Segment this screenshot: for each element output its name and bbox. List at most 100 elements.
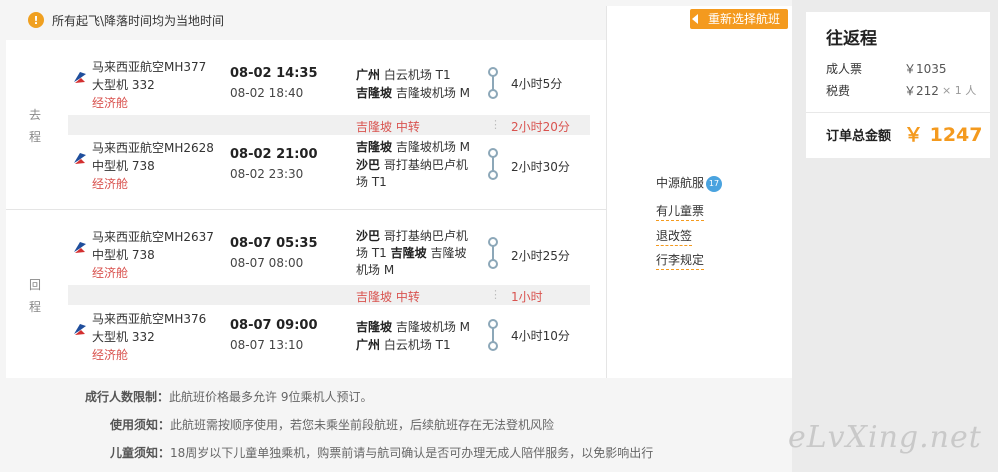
- transfer-duration: 1小时: [511, 290, 543, 304]
- arrival-time: 08-07 13:10: [230, 338, 304, 352]
- route-icon: [488, 67, 498, 99]
- flight-duration: 2小时25分: [511, 249, 570, 263]
- cabin-class: 经济舱: [92, 177, 129, 191]
- total-amount-label: 订单总金额: [826, 129, 892, 144]
- transfer-text: 中转: [395, 290, 420, 304]
- aircraft-type: 中型机 738: [92, 159, 155, 173]
- transfer-text: 中转: [395, 120, 420, 134]
- child-ticket-link[interactable]: 有儿童票: [656, 202, 705, 221]
- departure-city: 沙巴: [356, 229, 381, 243]
- arrival-airport: 吉隆坡 吉隆坡机场 M: [356, 85, 476, 102]
- cabin-class: 经济舱: [92, 96, 129, 110]
- outbound-label: 去 程: [28, 104, 42, 148]
- arrival-city: 广州: [356, 338, 381, 352]
- arrival-city: 吉隆坡: [356, 86, 393, 100]
- inbound-label: 回 程: [28, 274, 42, 318]
- arrival-airport-name: 白云机场 T1: [383, 338, 451, 352]
- passenger-count: × 1 人: [942, 84, 977, 97]
- departure-city: 广州: [356, 68, 381, 82]
- departure-time: 08-07 09:00: [230, 318, 318, 333]
- outbound-label-char-2: 程: [28, 130, 41, 144]
- arrival-time: 08-02 23:30: [230, 167, 304, 181]
- total-amount-value: ￥ 1247: [904, 124, 983, 146]
- departure-airport-name: 吉隆坡机场 M: [395, 140, 471, 154]
- adult-limit-text: 此航班价格最多允许 9位乘机人预订。: [169, 390, 373, 404]
- usage-text: 此航班需按顺序使用，若您未乘坐前段航班，后续航班存在无法登机风险: [170, 418, 555, 432]
- arrival-airport: 沙巴 哥打基纳巴卢机场 T1: [356, 157, 476, 191]
- info-icon: !: [28, 12, 44, 28]
- service-agent[interactable]: 中源航服 17: [656, 174, 723, 192]
- arrival-time: 08-02 18:40: [230, 86, 304, 100]
- departure-airport: 沙巴 哥打基纳巴卢机场 T1 吉隆坡 吉隆坡机场 M: [356, 228, 476, 279]
- notice-text: 所有起飞\降落时间均为当地时间: [52, 13, 225, 28]
- departure-airport: 吉隆坡 吉隆坡机场 M: [356, 139, 476, 156]
- reselect-flight-button[interactable]: 重新选择航班: [690, 9, 789, 29]
- departure-city: 吉隆坡: [356, 320, 393, 334]
- summary-divider: [806, 112, 990, 113]
- route-icon: [488, 237, 498, 269]
- arrival-airport-name-2: 场 T1: [356, 175, 387, 189]
- transfer-city-name: 吉隆坡: [356, 120, 393, 134]
- transfer-dots: ⋮: [490, 118, 501, 131]
- adult-ticket-label: 成人票: [826, 62, 863, 76]
- outbound-segment-2: 马来西亚航空MH2628 中型机 738 经济舱 08-02 21:00 08-…: [68, 139, 590, 201]
- airline-logo-icon: [72, 322, 88, 338]
- departure-airport: 广州 白云机场 T1: [356, 67, 476, 84]
- departure-time: 08-02 21:00: [230, 147, 318, 162]
- arrival-airport: 广州 白云机场 T1: [356, 337, 476, 354]
- refund-change-link[interactable]: 退改签: [656, 227, 693, 246]
- tax-label: 税费: [826, 84, 851, 98]
- booking-rules: 成行人数限制：此航班价格最多允许 9位乘机人预订。 使用须知：此航班需按顺序使用…: [6, 380, 792, 472]
- transfer-duration: 2小时20分: [511, 120, 570, 134]
- summary-title: 往返程: [826, 29, 877, 49]
- aircraft-type: 中型机 738: [92, 248, 155, 262]
- aircraft-type: 大型机 332: [92, 330, 155, 344]
- baggage-policy-link[interactable]: 行李规定: [656, 251, 705, 270]
- inbound-segment-1: 马来西亚航空MH2637 中型机 738 经济舱 08-07 05:35 08-…: [68, 228, 590, 290]
- airline-logo-icon: [72, 70, 88, 86]
- flight-name: 马来西亚航空MH376: [92, 312, 207, 326]
- adult-ticket-price: ￥1035: [904, 62, 947, 76]
- departure-airport-name-2: 场 T1: [356, 246, 387, 260]
- outbound-transfer: 吉隆坡 中转 ⋮ 2小时20分: [68, 115, 590, 135]
- arrival-airport-name: 吉隆坡机场 M: [395, 86, 471, 100]
- arrival-time: 08-07 08:00: [230, 256, 304, 270]
- departure-time: 08-07 05:35: [230, 236, 318, 251]
- flight-duration: 4小时5分: [511, 77, 563, 91]
- tax-price: ￥212: [904, 84, 939, 98]
- departure-time: 08-02 14:35: [230, 66, 318, 81]
- outbound-segment-1: 马来西亚航空MH377 大型机 332 经济舱 08-02 14:35 08-0…: [68, 58, 590, 120]
- adult-limit-rule: 成行人数限制：此航班价格最多允许 9位乘机人预订。: [85, 388, 372, 405]
- arrival-city: 沙巴: [356, 158, 381, 172]
- outbound-label-char-1: 去: [28, 108, 41, 122]
- aircraft-type: 大型机 332: [92, 78, 155, 92]
- flight-duration: 2小时30分: [511, 160, 570, 174]
- departure-airport-name: 白云机场 T1: [383, 68, 451, 82]
- flight-name: 马来西亚航空MH2637: [92, 230, 214, 244]
- departure-airport-name: 吉隆坡机场 M: [395, 320, 471, 334]
- price-summary: 往返程 成人票 ￥1035 税费 ￥212 × 1 人 订单总金额 ￥ 1247: [806, 12, 990, 158]
- adult-limit-label: 成行人数限制：: [85, 390, 170, 404]
- child-label: 儿童须知：: [110, 446, 171, 460]
- service-agent-name: 中源航服: [656, 176, 705, 190]
- inbound-label-char-1: 回: [28, 278, 41, 292]
- inbound-transfer: 吉隆坡 中转 ⋮ 1小时: [68, 285, 590, 305]
- transfer-dots: ⋮: [490, 288, 501, 301]
- route-icon: [488, 319, 498, 351]
- route-icon: [488, 148, 498, 180]
- service-area: [606, 6, 792, 378]
- flight-name: 马来西亚航空MH2628: [92, 141, 214, 155]
- arrival-city: 吉隆坡: [390, 246, 427, 260]
- departure-city: 吉隆坡: [356, 140, 393, 154]
- departure-airport: 吉隆坡 吉隆坡机场 M: [356, 319, 476, 336]
- transfer-city: 吉隆坡 中转: [356, 288, 420, 305]
- child-rule: 儿童须知：18周岁以下儿童单独乘机，购票前请与航司确认是否可办理无成人陪伴服务，…: [110, 444, 653, 461]
- child-text: 18周岁以下儿童单独乘机，购票前请与航司确认是否可办理无成人陪伴服务，以免影响出…: [170, 446, 654, 460]
- cabin-class: 经济舱: [92, 266, 129, 280]
- agent-rating-badge: 17: [706, 175, 723, 192]
- site-watermark: eLvXing.net: [788, 420, 982, 455]
- inbound-label-char-2: 程: [28, 300, 41, 314]
- departure-airport-name: 哥打基纳巴卢机: [383, 229, 468, 243]
- local-time-notice: ! 所有起飞\降落时间均为当地时间: [6, 6, 606, 34]
- usage-rule: 使用须知：此航班需按顺序使用，若您未乘坐前段航班，后续航班存在无法登机风险: [110, 416, 554, 433]
